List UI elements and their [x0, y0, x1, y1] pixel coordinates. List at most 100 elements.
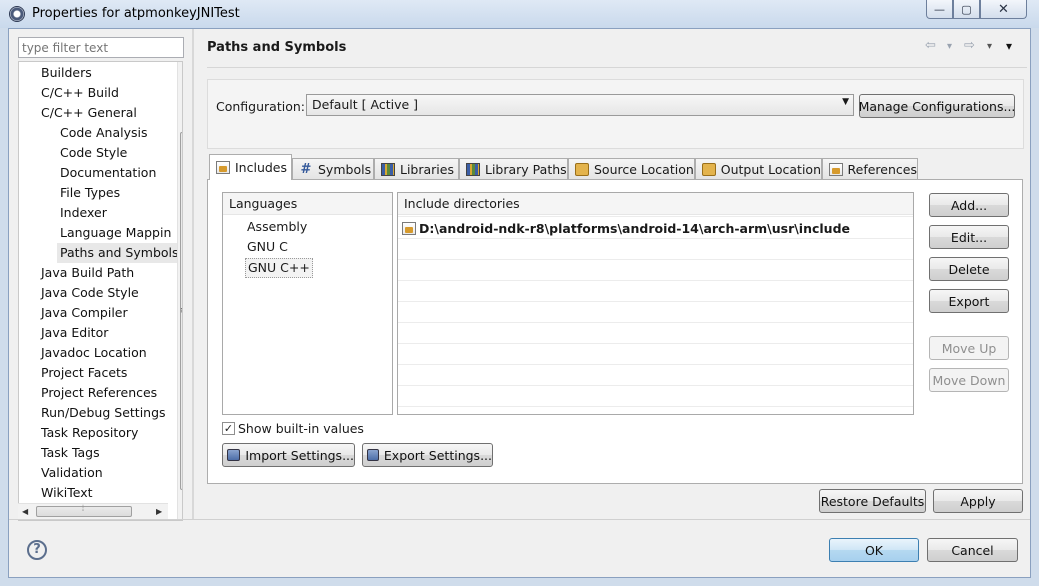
edit-button[interactable]: Edit...: [929, 225, 1009, 249]
tab-includes[interactable]: Includes: [209, 154, 292, 180]
delete-button[interactable]: Delete: [929, 257, 1009, 281]
scroll-grip-icon: ≡: [180, 306, 182, 316]
row-divider: [398, 385, 913, 386]
configuration-select[interactable]: Default [ Active ] ▼: [306, 94, 854, 116]
tab-source-location[interactable]: Source Location: [568, 158, 695, 180]
tree-item-cpp-general[interactable]: C/C++ General: [41, 103, 137, 123]
tree-item-validation[interactable]: Validation: [41, 463, 103, 483]
export-settings-label: Export Settings...: [383, 447, 492, 463]
include-directories-header: Include directories: [398, 193, 913, 215]
footer-separator: [9, 519, 1030, 520]
minimize-button[interactable]: —: [926, 0, 953, 19]
row-divider: [398, 301, 913, 302]
scroll-up-arrow-icon[interactable]: ▲: [182, 67, 183, 76]
back-menu-icon[interactable]: ▾: [947, 41, 952, 52]
include-directory-row[interactable]: D:\android-ndk-r8\platforms\android-14\a…: [402, 219, 850, 237]
cancel-button[interactable]: Cancel: [927, 538, 1018, 562]
tree-item-project-references[interactable]: Project References: [41, 383, 157, 403]
move-down-button[interactable]: Move Down: [929, 368, 1009, 392]
references-icon: [829, 163, 843, 176]
export-settings-button[interactable]: Export Settings...: [362, 443, 493, 467]
eclipse-app-icon: [9, 6, 25, 22]
show-builtin-checkbox[interactable]: ✓: [222, 422, 235, 435]
row-divider: [398, 343, 913, 344]
view-menu-icon[interactable]: ▾: [1006, 39, 1012, 53]
configuration-label: Configuration:: [216, 99, 305, 114]
hscroll-grip-icon: ⦙: [82, 504, 85, 514]
languages-list[interactable]: Languages Assembly GNU C GNU C++: [222, 192, 393, 415]
window-titlebar: Properties for atpmonkeyJNITest — ▢ ✕: [0, 0, 1039, 28]
apply-button[interactable]: Apply: [933, 489, 1023, 513]
tree-item-wikitext[interactable]: WikiText: [41, 483, 93, 503]
close-icon: ✕: [998, 1, 1009, 17]
tree-item-language-mappings[interactable]: Language Mappin: [60, 223, 171, 243]
filter-input[interactable]: [18, 37, 184, 58]
tree-item-documentation[interactable]: Documentation: [60, 163, 156, 183]
language-item-gnu-cpp[interactable]: GNU C++: [245, 258, 313, 278]
scroll-right-arrow-icon[interactable]: ▶: [156, 507, 162, 516]
tab-libraries[interactable]: Libraries: [374, 158, 459, 180]
import-settings-button[interactable]: Import Settings...: [222, 443, 355, 467]
restore-defaults-button[interactable]: Restore Defaults: [819, 489, 926, 513]
tree-item-task-tags[interactable]: Task Tags: [41, 443, 100, 463]
include-directory-path: D:\android-ndk-r8\platforms\android-14\a…: [419, 220, 851, 236]
tree-item-javadoc-location[interactable]: Javadoc Location: [41, 343, 147, 363]
tree-item-java-code-style[interactable]: Java Code Style: [41, 283, 139, 303]
tree-item-java-compiler[interactable]: Java Compiler: [41, 303, 128, 323]
ok-button[interactable]: OK: [829, 538, 919, 562]
tree-item-java-editor[interactable]: Java Editor: [41, 323, 108, 343]
tree-item-code-analysis[interactable]: Code Analysis: [60, 123, 147, 143]
export-button[interactable]: Export: [929, 289, 1009, 313]
folder-icon: [575, 163, 589, 176]
tab-label: References: [847, 162, 917, 177]
tree-item-file-types[interactable]: File Types: [60, 183, 120, 203]
chevron-down-icon: ▼: [842, 97, 849, 107]
tree-item-paths-and-symbols[interactable]: Paths and Symbols: [57, 243, 182, 263]
include-folder-icon: [402, 221, 416, 235]
tab-label: Source Location: [594, 162, 694, 177]
tab-symbols[interactable]: # Symbols: [292, 158, 374, 180]
languages-header: Languages: [223, 193, 392, 215]
scroll-left-arrow-icon[interactable]: ◀: [22, 507, 28, 516]
maximize-button[interactable]: ▢: [953, 0, 980, 19]
tab-label: Library Paths: [485, 162, 567, 177]
help-icon[interactable]: ?: [27, 540, 47, 560]
tree-item-builders[interactable]: Builders: [41, 63, 92, 83]
tree-item-run-debug-settings[interactable]: Run/Debug Settings: [41, 403, 166, 423]
tree-item-java-build-path[interactable]: Java Build Path: [41, 263, 134, 283]
tab-label: Includes: [235, 160, 288, 175]
include-directories-list[interactable]: Include directories D:\android-ndk-r8\pl…: [397, 192, 914, 415]
forward-arrow-icon[interactable]: ⇨: [964, 38, 975, 53]
tree-item-project-facets[interactable]: Project Facets: [41, 363, 127, 383]
move-up-button[interactable]: Move Up: [929, 336, 1009, 360]
pane-divider[interactable]: [192, 29, 194, 519]
tab-output-location[interactable]: Output Location: [695, 158, 822, 180]
language-item-gnu-c[interactable]: GNU C: [247, 237, 288, 257]
tree-horizontal-scrollbar[interactable]: ◀ ⦙ ▶: [18, 503, 168, 519]
tree-item-task-repository[interactable]: Task Repository: [41, 423, 138, 443]
language-item-assembly[interactable]: Assembly: [247, 217, 307, 237]
tab-library-paths[interactable]: Library Paths: [459, 158, 568, 180]
add-button[interactable]: Add...: [929, 193, 1009, 217]
library-path-icon: [466, 163, 480, 176]
row-divider: [398, 216, 913, 217]
tree-item-cpp-build[interactable]: C/C++ Build: [41, 83, 119, 103]
back-arrow-icon[interactable]: ⇦: [925, 38, 936, 53]
row-divider: [398, 364, 913, 365]
tree-item-indexer[interactable]: Indexer: [60, 203, 107, 223]
import-settings-icon: [227, 449, 241, 461]
title-separator: [207, 67, 1027, 68]
row-divider: [398, 406, 913, 407]
tree-item-code-style[interactable]: Code Style: [60, 143, 127, 163]
scroll-down-arrow-icon[interactable]: ▼: [182, 492, 183, 501]
page-title: Paths and Symbols: [207, 40, 347, 55]
manage-configurations-button[interactable]: Manage Configurations...: [859, 94, 1015, 118]
tab-label: Libraries: [400, 162, 454, 177]
tab-references[interactable]: References: [822, 158, 918, 180]
tab-label: Output Location: [720, 162, 821, 177]
close-button[interactable]: ✕: [980, 0, 1027, 19]
forward-menu-icon[interactable]: ▾: [987, 41, 992, 52]
tree-vertical-scrollbar[interactable]: ▲ ≡ ▼: [177, 62, 183, 520]
window-title: Properties for atpmonkeyJNITest: [32, 6, 240, 21]
tab-label: Symbols: [318, 162, 372, 177]
